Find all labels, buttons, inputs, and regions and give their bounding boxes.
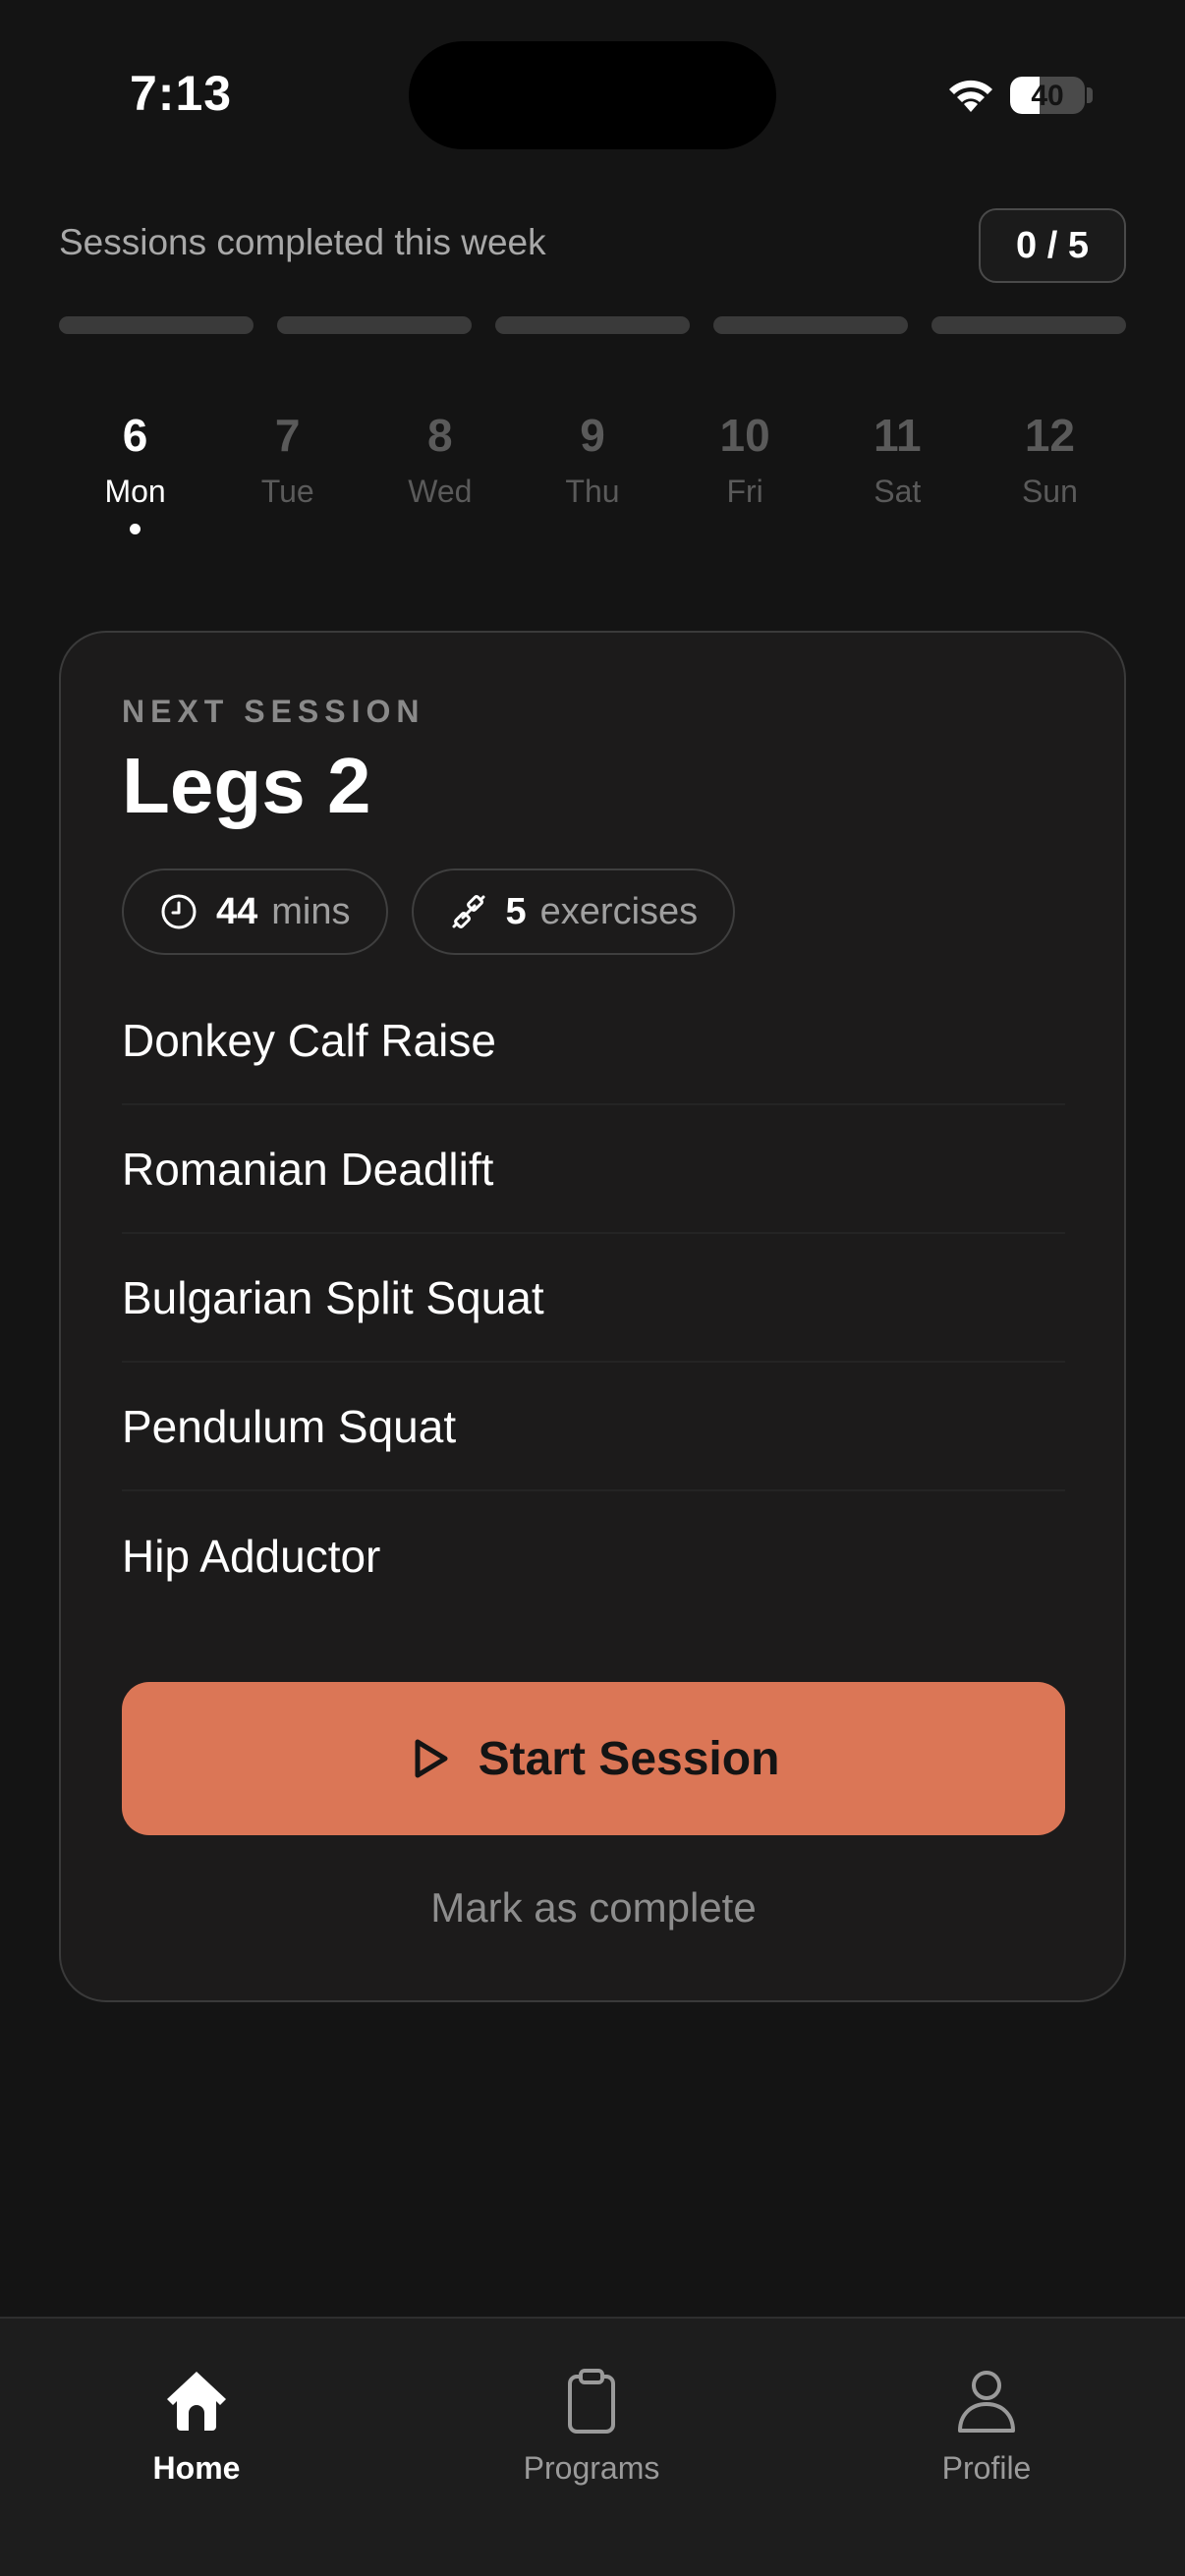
home-screen: 7:13 40 Sessions completed this week 0 /…	[0, 0, 1185, 2576]
day-name: Thu	[565, 474, 620, 509]
status-time: 7:13	[130, 66, 233, 121]
session-title: Legs 2	[122, 742, 371, 829]
tab-profile-label: Profile	[941, 2450, 1032, 2486]
home-icon	[167, 2372, 226, 2431]
exercise-item: Romanian Deadlift	[122, 1105, 1065, 1234]
tab-programs[interactable]: Programs	[444, 2366, 739, 2487]
progress-segment	[59, 316, 254, 334]
exercise-count-value: 5	[505, 890, 527, 932]
mark-complete-button[interactable]: Mark as complete	[122, 1884, 1065, 1932]
day-name: Sun	[1021, 474, 1078, 509]
person-icon	[958, 2371, 1015, 2433]
tab-programs-label: Programs	[523, 2450, 660, 2486]
battery-cap	[1087, 87, 1093, 103]
exercise-item: Hip Adductor	[122, 1530, 381, 1582]
selected-day-dot	[130, 524, 141, 534]
day-name: Tue	[260, 474, 314, 509]
clipboard-icon	[568, 2369, 615, 2434]
start-session-label: Start Session	[478, 1732, 780, 1785]
weekly-progress-count: 0 / 5	[979, 208, 1126, 283]
exercise-item: Donkey Calf Raise	[122, 977, 1065, 1105]
dynamic-island	[409, 41, 776, 149]
day-sat[interactable]: 11 Sat	[821, 405, 974, 562]
duration-unit: mins	[271, 890, 351, 932]
day-number: 8	[427, 410, 453, 461]
progress-segment	[277, 316, 472, 334]
day-number: 9	[580, 410, 605, 461]
progress-segment	[495, 316, 690, 334]
tab-home-label: Home	[152, 2450, 241, 2486]
exercise-list: Donkey Calf Raise Romanian Deadlift Bulgar…	[122, 977, 1065, 1620]
battery-icon: 40	[1010, 77, 1085, 114]
tab-bar: Home Programs Profile	[0, 2317, 1185, 2576]
day-number: 7	[274, 410, 301, 461]
exercise-item: Pendulum Squat	[122, 1363, 1065, 1491]
status-bar: 7:13 40	[0, 0, 1185, 187]
day-selector: 6 Mon 7 Tue 8 Wed 9 Thu 10 Fri 11 Sat 12 Sun	[59, 405, 1126, 562]
day-tue[interactable]: 7 Tue	[211, 405, 364, 562]
day-name: Wed	[408, 474, 473, 509]
day-name: Mon	[104, 474, 166, 509]
weekly-progress-label: Sessions completed this week	[59, 222, 546, 262]
day-name: Sat	[874, 474, 922, 509]
next-session-card: NEXT SESSION Legs 2 44 mins 5 exercises …	[59, 631, 1126, 2002]
day-number: 11	[873, 410, 922, 461]
exercise-item: Bulgarian Split Squat	[122, 1234, 1065, 1363]
wifi-icon	[949, 80, 992, 112]
session-meta: 44 mins 5 exercises	[122, 868, 736, 955]
progress-segment	[713, 316, 908, 334]
exercise-count-pill: 5 exercises	[411, 868, 736, 955]
day-fri[interactable]: 10 Fri	[669, 405, 821, 562]
day-name: Fri	[726, 474, 763, 509]
day-thu[interactable]: 9 Thu	[516, 405, 668, 562]
battery-level: 40	[1031, 80, 1064, 112]
dumbbell-icon	[452, 895, 485, 928]
duration-value: 44	[216, 890, 258, 932]
weekly-progress-bar	[59, 316, 1126, 334]
exercise-count-unit: exercises	[539, 890, 699, 932]
day-wed[interactable]: 8 Wed	[364, 405, 516, 562]
next-session-eyebrow: NEXT SESSION	[122, 694, 425, 729]
clock-icon	[161, 894, 197, 929]
day-mon[interactable]: 6 Mon	[59, 405, 211, 562]
tab-home[interactable]: Home	[49, 2366, 344, 2487]
progress-segment	[931, 316, 1126, 334]
day-number: 10	[719, 410, 770, 461]
duration-pill: 44 mins	[122, 868, 388, 955]
day-number: 6	[122, 410, 148, 461]
day-number: 12	[1024, 410, 1075, 461]
tab-profile[interactable]: Profile	[839, 2366, 1134, 2487]
play-icon	[415, 1739, 448, 1778]
start-session-button[interactable]: Start Session	[122, 1682, 1065, 1835]
day-sun[interactable]: 12 Sun	[974, 405, 1126, 562]
